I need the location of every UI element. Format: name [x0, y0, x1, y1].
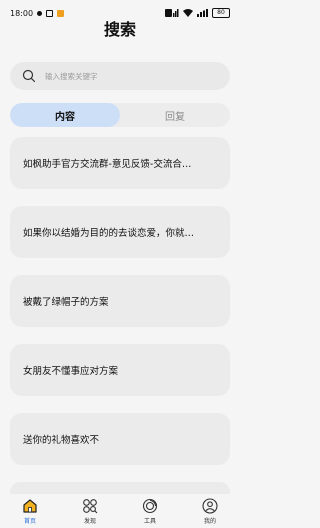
nav-home[interactable]: 首页 [5, 494, 55, 525]
nav-profile-label: 我的 [203, 518, 216, 525]
message-notification-icon [37, 10, 43, 16]
nav-tools[interactable]: 工具 [125, 494, 175, 525]
list-item-title: 如枫助手官方交流群-意见反馈-交流合… [23, 159, 192, 170]
list-item-title: 如果你以结婚为目的的去谈恋爱，你就… [23, 228, 195, 239]
list-item-title: 被戴了绿帽子的方案 [23, 297, 109, 308]
home-icon [23, 499, 37, 513]
list-item[interactable]: 送你的礼物喜欢不 [10, 413, 230, 465]
tools-icon [142, 498, 158, 514]
nav-home-label: 首页 [23, 518, 36, 525]
nav-discover[interactable]: 发现 [65, 494, 115, 525]
profile-icon [202, 498, 218, 514]
tab-content[interactable]: 内容 [10, 103, 120, 127]
page-title: 搜索 [103, 20, 136, 39]
list-item[interactable]: 如果你以结婚为目的的去谈恋爱，你就… [10, 206, 230, 258]
search-bar[interactable]: 输入搜索关键字 [10, 62, 230, 90]
list-item[interactable]: 女朋友不懂事应对方案 [10, 344, 230, 396]
list-item[interactable]: 如枫助手官方交流群-意见反馈-交流合… [10, 137, 230, 189]
nav-tools-label: 工具 [143, 518, 156, 525]
search-input[interactable]: 输入搜索关键字 [45, 71, 98, 82]
nav-profile[interactable]: 我的 [185, 494, 235, 525]
list-item[interactable]: 被戴了绿帽子的方案 [10, 275, 230, 327]
content-tabs: 内容 回复 [10, 103, 230, 127]
tab-replies[interactable]: 回复 [120, 103, 230, 127]
bottom-navigation: 首页 发现 工具 我的 [0, 494, 240, 528]
nav-discover-label: 发现 [83, 518, 96, 525]
list-item-title: 女朋友不懂事应对方案 [23, 366, 119, 377]
search-icon [22, 69, 36, 83]
discover-icon [83, 499, 98, 514]
list-item-title: 送你的礼物喜欢不 [23, 435, 100, 446]
